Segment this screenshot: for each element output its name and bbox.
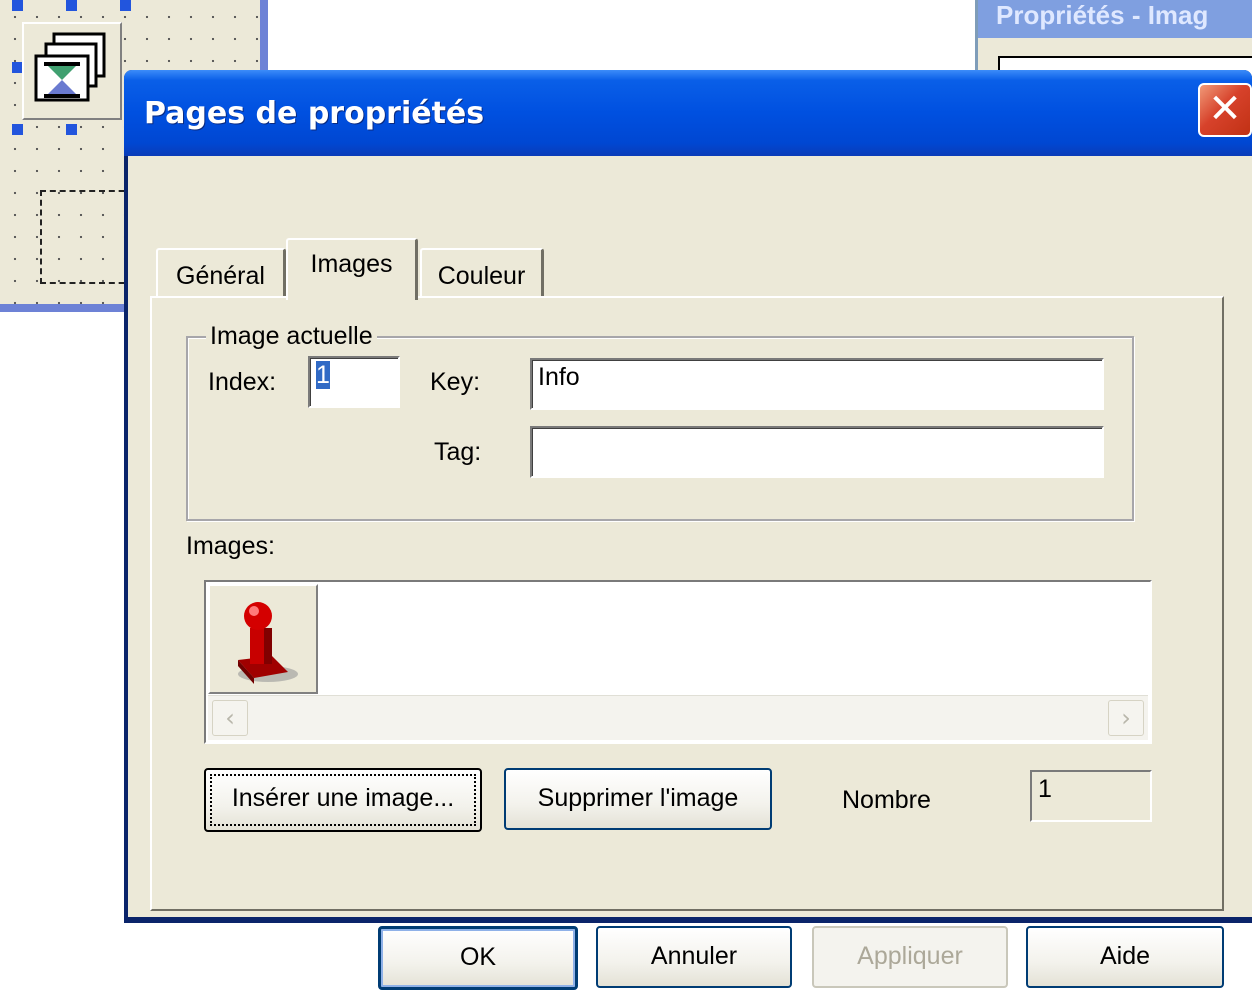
tab-images-label: Images bbox=[310, 250, 393, 278]
scroll-right-icon[interactable]: › bbox=[1108, 700, 1144, 736]
scroll-left-icon[interactable]: ‹ bbox=[212, 700, 248, 736]
count-label: Nombre bbox=[842, 786, 931, 814]
tab-general-label: Général bbox=[176, 262, 265, 290]
key-label: Key: bbox=[430, 368, 481, 396]
dialog-client-area: Général Images Couleur Image actuelle In… bbox=[128, 156, 1252, 990]
index-field[interactable]: 1 bbox=[308, 356, 400, 408]
selection-handle[interactable] bbox=[66, 0, 77, 11]
selection-handle[interactable] bbox=[66, 124, 77, 135]
selection-handle[interactable] bbox=[120, 0, 131, 11]
close-button[interactable]: ✕ bbox=[1198, 83, 1252, 137]
image-thumbnail[interactable] bbox=[208, 584, 318, 694]
key-value: Info bbox=[538, 363, 580, 391]
selection-handle[interactable] bbox=[12, 124, 23, 135]
ok-label: OK bbox=[459, 943, 497, 971]
help-button[interactable]: Aide bbox=[1026, 926, 1224, 988]
images-horizontal-scrollbar[interactable]: ‹ › bbox=[208, 695, 1148, 740]
delete-image-label: Supprimer l'image bbox=[537, 784, 739, 812]
tag-field[interactable] bbox=[530, 426, 1104, 478]
count-value: 1 bbox=[1038, 775, 1052, 803]
property-pages-dialog: Pages de propriétés ✕ Général Images Cou… bbox=[124, 70, 1252, 990]
dialog-titlebar[interactable]: Pages de propriétés ✕ bbox=[124, 70, 1252, 156]
imagelist-control[interactable] bbox=[22, 22, 122, 120]
close-icon: ✕ bbox=[1208, 86, 1242, 132]
tag-label: Tag: bbox=[434, 438, 482, 466]
cancel-label: Annuler bbox=[650, 942, 738, 970]
tab-general[interactable]: Général bbox=[156, 248, 286, 296]
insert-image-label: Insérer une image... bbox=[231, 784, 455, 812]
key-field[interactable]: Info bbox=[530, 358, 1104, 410]
properties-window-title: Propriétés - Imag bbox=[978, 0, 1252, 38]
red-pawn-icon bbox=[238, 602, 298, 684]
apply-label: Appliquer bbox=[857, 942, 963, 970]
index-value: 1 bbox=[316, 361, 330, 389]
tab-images[interactable]: Images bbox=[286, 238, 418, 300]
apply-button[interactable]: Appliquer bbox=[812, 926, 1008, 988]
images-listview[interactable]: ‹ › bbox=[204, 580, 1152, 744]
insert-image-button[interactable]: Insérer une image... bbox=[204, 768, 482, 832]
ok-button[interactable]: OK bbox=[378, 926, 578, 990]
tab-color[interactable]: Couleur bbox=[420, 248, 544, 296]
cancel-button[interactable]: Annuler bbox=[596, 926, 792, 988]
tab-color-label: Couleur bbox=[437, 262, 526, 290]
current-image-group-label: Image actuelle bbox=[206, 322, 377, 351]
help-label: Aide bbox=[1099, 942, 1151, 970]
images-label: Images: bbox=[186, 532, 275, 560]
imagelist-control-icon bbox=[34, 32, 106, 102]
selection-handle[interactable] bbox=[12, 0, 23, 11]
dialog-title: Pages de propriétés bbox=[144, 96, 485, 131]
count-field: 1 bbox=[1030, 770, 1152, 822]
delete-image-button[interactable]: Supprimer l'image bbox=[504, 768, 772, 830]
index-label: Index: bbox=[208, 368, 277, 396]
